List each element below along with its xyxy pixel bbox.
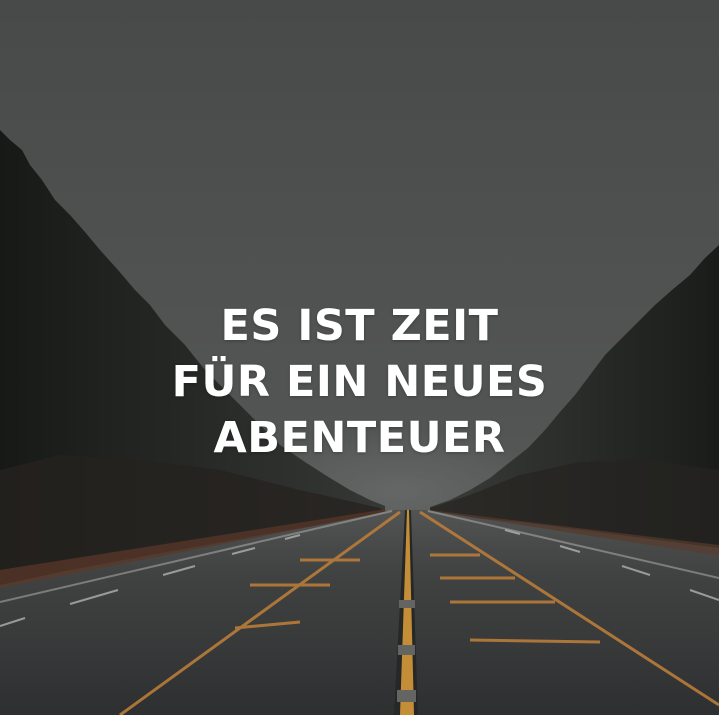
headline-line-2: FÜR EIN NEUES [171, 357, 548, 407]
headline: ES IST ZEIT FÜR EIN NEUES ABENTEUER [0, 298, 719, 466]
headline-line-3: ABENTEUER [213, 413, 506, 463]
poster: ES IST ZEIT FÜR EIN NEUES ABENTEUER [0, 0, 719, 715]
headline-line-1: ES IST ZEIT [220, 301, 499, 351]
